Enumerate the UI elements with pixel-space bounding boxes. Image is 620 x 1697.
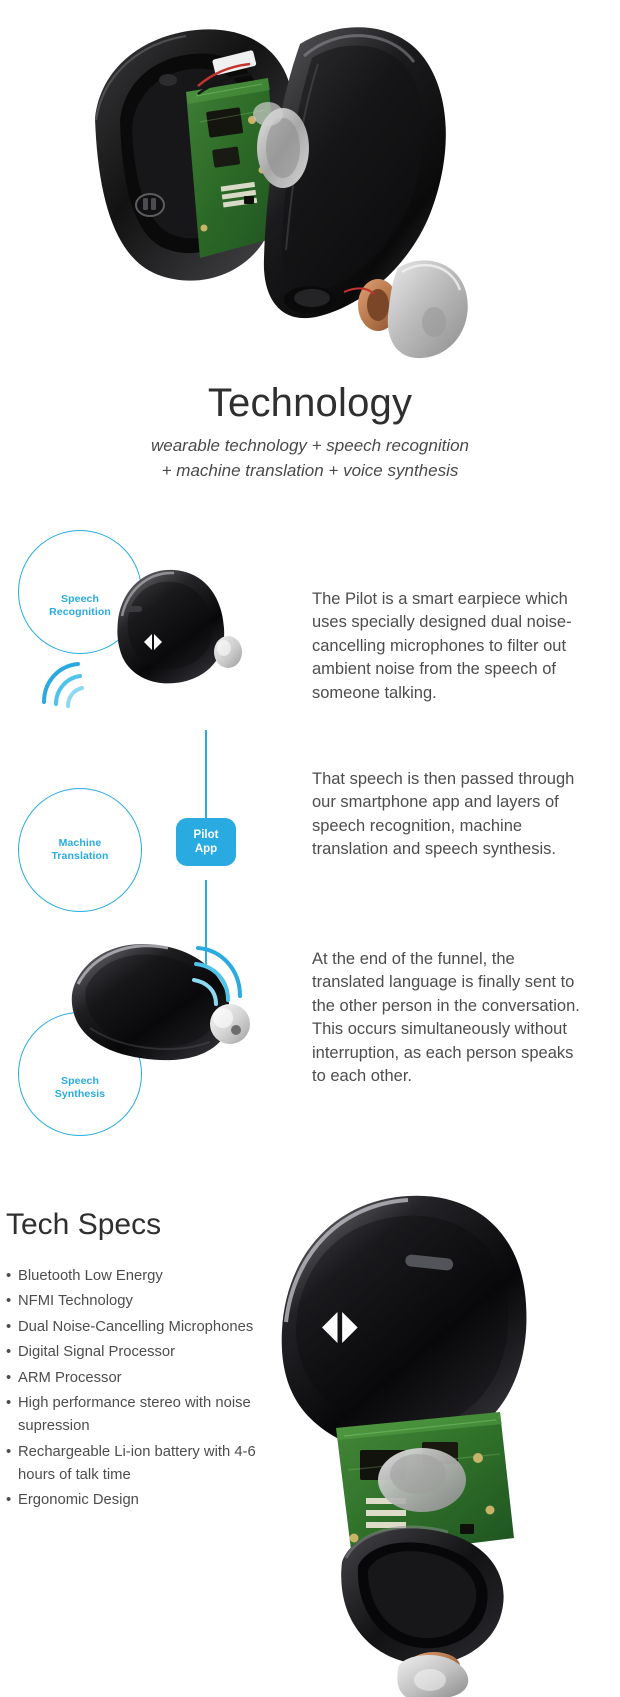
flow-connector-top <box>205 730 207 820</box>
tech-specs-item: Dual Noise-Cancelling Microphones <box>6 1316 266 1340</box>
tech-specs-title: Tech Specs <box>6 1208 162 1241</box>
earpiece-illustration-recognition <box>88 562 268 702</box>
page-subtitle-line-1: wearable technology + speech recognition <box>150 436 470 455</box>
exploded-earpiece-illustration <box>94 27 468 359</box>
flow-diagram: Speech Recognition Machine Translation P… <box>0 500 620 1160</box>
tech-specs-item: NFMI Technology <box>6 1290 266 1314</box>
sound-waves-recognition <box>38 640 108 710</box>
tech-specs-item: ARM Processor <box>6 1367 266 1391</box>
sound-wave-icon <box>192 946 242 1006</box>
earpiece-side-view-illustration <box>117 569 242 684</box>
title-block: Technology wearable technology + speech … <box>0 380 620 483</box>
sound-wave-icon <box>42 662 84 708</box>
flow-paragraph-1: The Pilot is a smart earpiece which uses… <box>312 590 572 702</box>
technology-page: Technology wearable technology + speech … <box>0 0 620 1697</box>
tech-specs-list: Bluetooth Low Energy NFMI Technology Dua… <box>6 1265 266 1515</box>
tech-specs-item: Digital Signal Processor <box>6 1341 266 1365</box>
pilot-app-badge-line-2: App <box>194 843 218 855</box>
hero-product-illustration <box>0 0 620 370</box>
page-title: Technology <box>207 381 413 425</box>
pilot-app-badge-line-1: Pilot <box>193 828 219 841</box>
tech-specs-item: Ergonomic Design <box>6 1489 266 1513</box>
flow-circle-machine-translation: Machine Translation <box>18 788 142 912</box>
tech-specs-section: Tech Specs Bluetooth Low Energy NFMI Tec… <box>0 1180 620 1697</box>
page-subtitle-line-2: + machine translation + voice synthesis <box>161 460 459 480</box>
tech-specs-item: Bluetooth Low Energy <box>6 1265 266 1289</box>
tech-specs-illustration <box>250 1180 620 1697</box>
exploded-earpiece-illustration <box>281 1195 527 1697</box>
pilot-app-badge[interactable]: Pilot App <box>176 818 236 866</box>
page-subtitle: wearable technology + speech recognition… <box>0 434 620 483</box>
tech-specs-item: Rechargeable Li-ion battery with 4-6 hou… <box>6 1441 266 1488</box>
flow-circle-label-machine-translation: Machine Translation <box>51 837 109 863</box>
tech-specs-item: High performance stereo with noise supre… <box>6 1392 266 1439</box>
sound-waves-synthesis <box>188 940 268 1020</box>
flow-paragraph-2: That speech is then passed through our s… <box>312 770 575 859</box>
flow-paragraph-3: At the end of the funnel, the translated… <box>312 950 580 1086</box>
